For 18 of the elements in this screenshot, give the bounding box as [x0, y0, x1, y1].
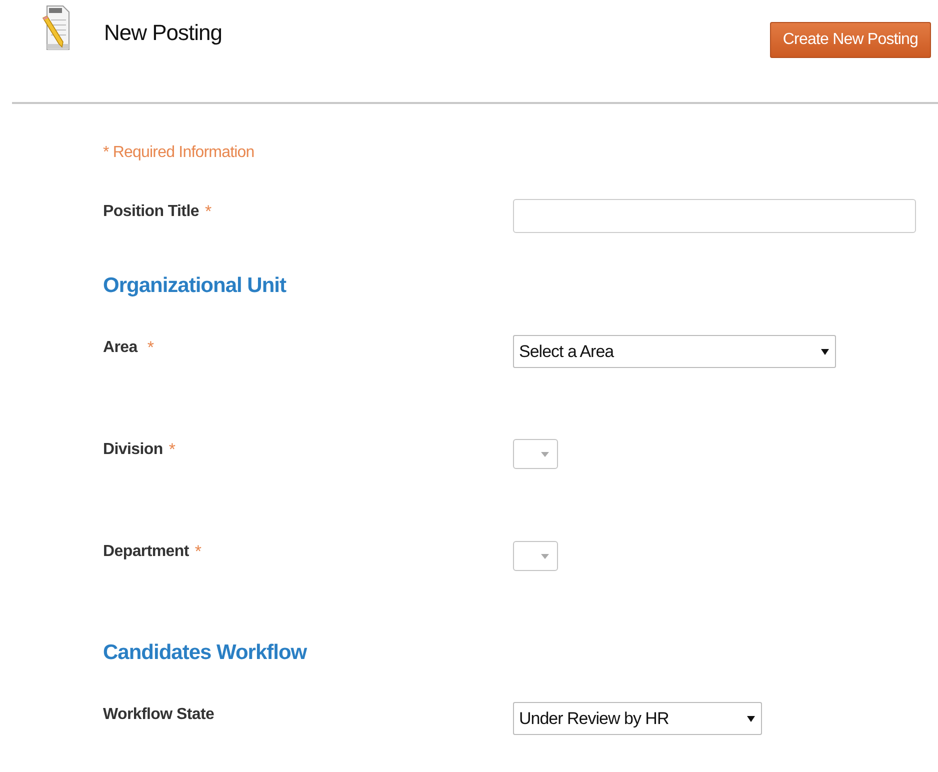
page-title: New Posting — [104, 20, 222, 46]
dropdown[interactable]: Select a Area — [513, 335, 836, 368]
section-heading: Candidates Workflow — [103, 641, 307, 665]
required-asterisk: * — [194, 543, 202, 560]
field-label: Division — [103, 441, 163, 459]
required-asterisk: * — [147, 339, 154, 356]
dropdown[interactable] — [513, 439, 558, 469]
field-label: Department — [103, 543, 189, 561]
required-note: * Required Information — [103, 144, 254, 162]
field-label: Workflow State — [103, 706, 214, 724]
field-label: Position Title — [103, 203, 199, 221]
dropdown[interactable]: Under Review by HR — [513, 702, 762, 735]
text-field[interactable] — [513, 199, 916, 233]
section-heading: Organizational Unit — [103, 274, 286, 298]
required-asterisk: * — [204, 203, 212, 220]
dropdown[interactable] — [513, 541, 558, 571]
field-label: Area — [103, 339, 138, 357]
required-asterisk: * — [168, 441, 176, 458]
